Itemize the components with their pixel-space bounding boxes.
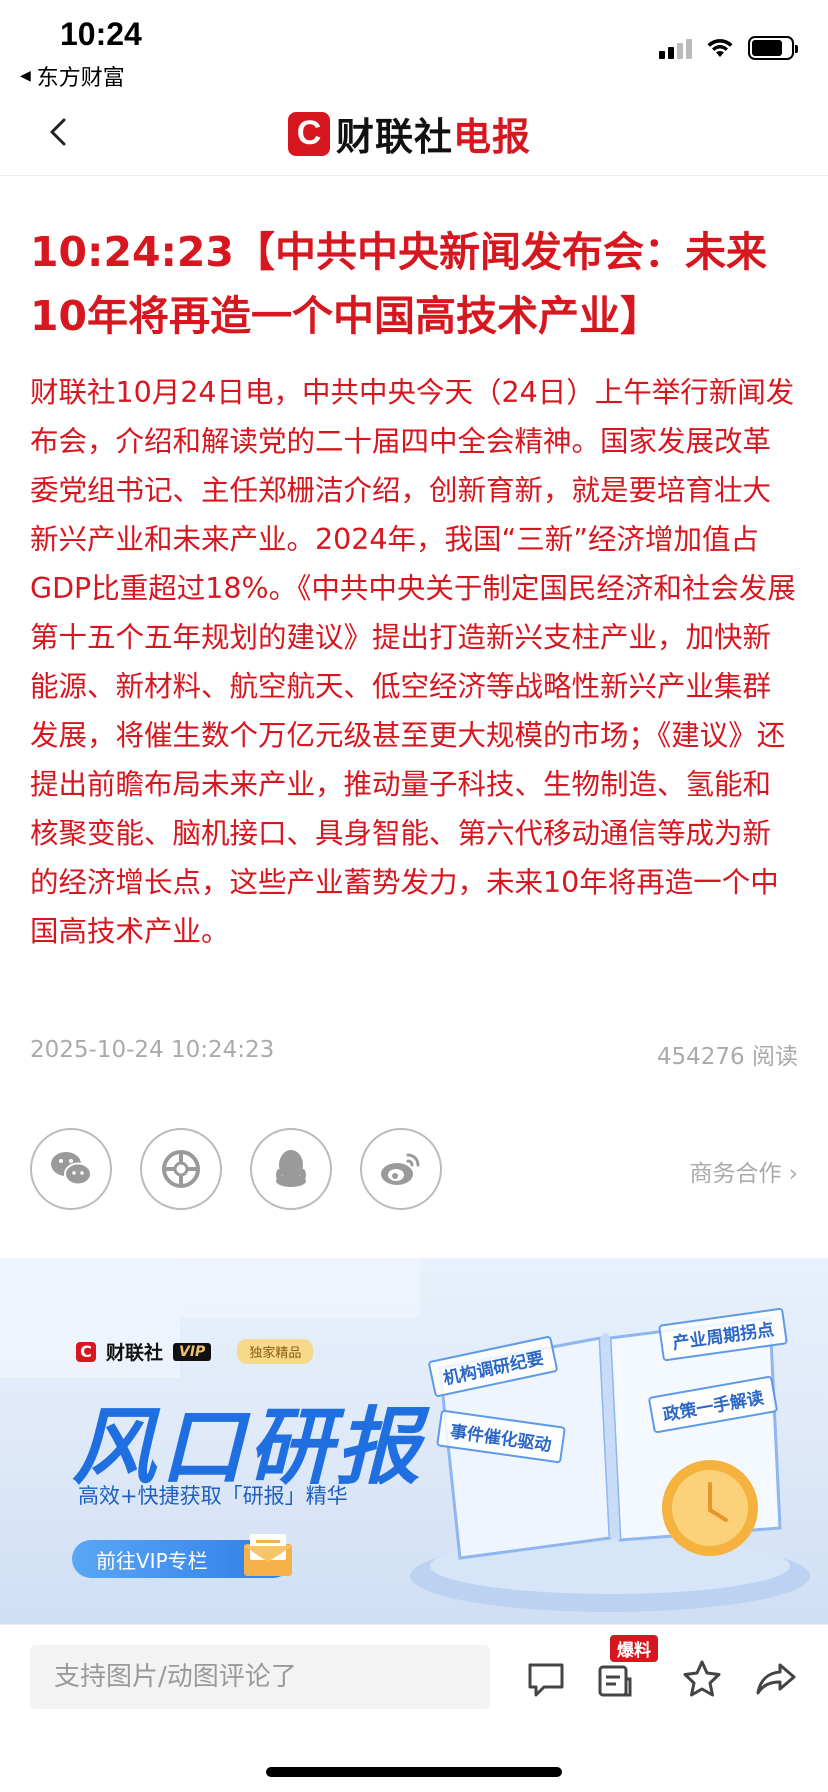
envelope-icon	[244, 1534, 292, 1576]
logo-mark: C	[288, 111, 330, 156]
share-moments-button[interactable]	[140, 1128, 222, 1210]
moments-icon	[162, 1150, 200, 1188]
back-to-app-button[interactable]: ◀ 东方财富	[20, 60, 125, 92]
business-cooperation-link[interactable]: 商务合作 ›	[689, 1154, 798, 1188]
banner-subtitle: 高效+快捷获取「研报」精华	[78, 1484, 348, 1508]
comment-input[interactable]	[30, 1645, 490, 1709]
logo-text-black: 财联社	[336, 115, 454, 159]
wifi-icon	[707, 39, 733, 57]
wechat-icon	[51, 1152, 92, 1186]
comment-icon[interactable]	[524, 1657, 568, 1701]
tip-off-icon[interactable]	[592, 1657, 636, 1701]
exclusive-tag: 独家精品	[237, 1339, 314, 1364]
star-icon[interactable]	[680, 1657, 724, 1701]
banner-brand-name: 财联社	[106, 1342, 164, 1364]
share-qq-button[interactable]	[250, 1128, 332, 1210]
logo-text-red: 电报	[453, 115, 532, 159]
banner-logo-mark: C	[76, 1341, 96, 1362]
cellular-signal-icon	[659, 37, 692, 59]
share-icon[interactable]	[754, 1657, 798, 1701]
read-count: 454276 阅读	[656, 1044, 798, 1070]
book-illustration: 机构调研纪要 事件催化驱动 产业周期拐点 政策一手解读	[420, 1278, 810, 1618]
share-row: 商务合作 ›	[30, 1128, 798, 1212]
article-headline: 10:24:23【中共中央新闻发布会：未来10年将再造一个中国高技术产业】	[30, 228, 767, 340]
weibo-icon	[381, 1153, 420, 1185]
article-meta: 2025-10-24 10:24:23 454276 阅读	[30, 1037, 798, 1071]
article: 10:24:23【中共中央新闻发布会：未来10年将再造一个中国高技术产业】 财联…	[30, 220, 798, 956]
banner-brand: C 财联社 VIP 独家精品	[76, 1338, 314, 1365]
article-body: 财联社10月24日电，中共中央今天（24日）上午举行新闻发布会，介绍和解读党的二…	[30, 376, 796, 948]
status-time: 10:24	[60, 16, 142, 52]
share-wechat-button[interactable]	[30, 1128, 112, 1210]
status-bar: 10:24 ◀ 东方财富	[0, 0, 828, 92]
back-triangle-icon: ◀	[20, 68, 31, 84]
nav-bar: C 财联社电报	[0, 92, 828, 176]
cls-telegraph-logo: C 财联社电报	[288, 106, 531, 161]
back-app-label: 东方财富	[36, 66, 125, 91]
home-indicator	[266, 1767, 562, 1777]
qq-icon	[276, 1150, 306, 1187]
vip-research-banner[interactable]: C 财联社 VIP 独家精品 风口研报 高效+快捷获取「研报」精华 前往VIP专…	[0, 1258, 828, 1624]
share-weibo-button[interactable]	[360, 1128, 442, 1210]
publish-date: 2025-10-24 10:24:23	[30, 1037, 275, 1063]
tip-off-badge: 爆料	[610, 1635, 658, 1662]
vip-badge: VIP	[173, 1342, 212, 1361]
status-icons	[659, 36, 798, 60]
battery-icon	[748, 36, 798, 60]
back-chevron-icon[interactable]	[40, 112, 80, 152]
